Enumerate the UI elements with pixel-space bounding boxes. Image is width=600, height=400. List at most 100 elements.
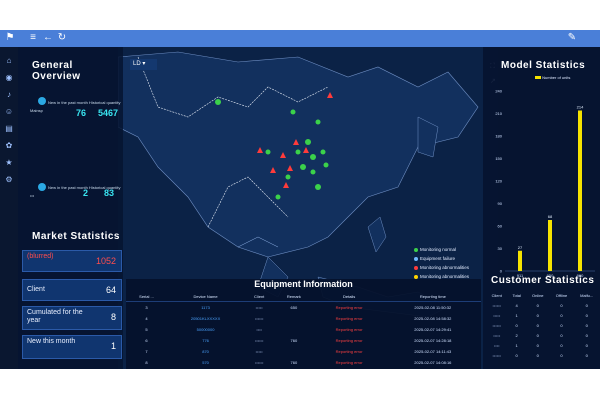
cell-total: 2	[515, 332, 518, 338]
cell-device[interactable]: 1173	[167, 302, 244, 314]
cell-online: 0	[536, 332, 539, 338]
cell-remark	[274, 313, 313, 324]
cell-remark: 650	[290, 305, 298, 310]
bar[interactable]	[548, 220, 552, 271]
cell-client: ••••	[256, 327, 262, 332]
column-header[interactable]: Online	[526, 290, 550, 300]
column-header[interactable]: Client	[244, 291, 275, 302]
cell-serial: 8	[145, 360, 148, 365]
equipment-information-panel: Equipment Information Serial ... Device …	[126, 279, 481, 369]
column-header[interactable]: Client	[486, 290, 507, 300]
cell-details[interactable]: Reporting error	[314, 357, 385, 368]
table-row[interactable]: 4 20501KLXXXXX •••••• Reporting error 20…	[126, 313, 481, 324]
legend-swatch-icon	[535, 76, 541, 80]
column-header[interactable]: Serial ...	[126, 291, 167, 302]
table-row[interactable]: 8 570 •••••• 760 Reporting error 2025-02…	[126, 357, 481, 368]
users-icon[interactable]: ☺	[3, 106, 15, 118]
legend-item: Monitoring normal	[414, 247, 456, 252]
table-row[interactable]: 3 1173 ••••• 650 Reporting error 2025-02…	[126, 302, 481, 314]
cell-offline: 0	[560, 312, 563, 318]
cell-online: 0	[536, 352, 539, 358]
flag-icon[interactable]: ⚑	[4, 32, 16, 44]
cell-serial: 6	[145, 338, 148, 343]
overview-block-2-historical: 83	[104, 188, 115, 198]
cell-remark: 760	[290, 360, 298, 365]
cell-client: ••••••	[492, 352, 501, 358]
table-row[interactable]: •••• 1 0 0 0	[486, 340, 600, 350]
cell-offline: 0	[560, 302, 563, 308]
column-header[interactable]: Details	[313, 291, 385, 302]
settings-icon[interactable]: ✿	[3, 140, 15, 152]
market-card-1: (blurred) 1052	[22, 250, 122, 272]
cell-serial: 5	[145, 327, 148, 332]
cell-client: ••••••	[492, 322, 501, 328]
back-arrow-icon[interactable]: ←	[42, 32, 54, 44]
cell-total: 1	[515, 342, 518, 348]
chart-icon[interactable]: ▤	[3, 123, 15, 135]
cell-details[interactable]: Reporting error	[314, 335, 385, 346]
cell-device[interactable]: 870	[167, 346, 244, 357]
y-tick-label: 90	[498, 201, 503, 206]
cell-total: 4	[515, 302, 518, 308]
cell-device[interactable]: 570	[167, 357, 244, 368]
legend-label: Equipment failure	[420, 256, 456, 261]
legend-label: Monitoring abnormalities	[420, 265, 470, 270]
cell-time: 2025-02-07 14:29:41	[414, 327, 452, 332]
table-row[interactable]: •••••• 0 0 0 0	[486, 350, 600, 360]
gear-icon[interactable]: ⚙	[3, 174, 15, 186]
overview-block-1-historical: 5467	[98, 108, 119, 118]
bell-icon[interactable]: ♪	[3, 89, 15, 101]
home-icon[interactable]: ⌂	[3, 55, 15, 67]
table-row[interactable]: •••••• 4 0 0 0	[486, 300, 600, 310]
cell-serial: 3	[145, 305, 148, 310]
cell-serial: 7	[145, 349, 148, 354]
cell-time: 2025-02-07 14:11:43	[414, 349, 452, 354]
cell-details[interactable]: Reporting error	[314, 324, 385, 335]
table-row[interactable]: 7 870 ••••• Reporting error 2025-02-07 1…	[126, 346, 481, 357]
menu-icon[interactable]: ≡	[27, 32, 39, 44]
column-header[interactable]: Remark	[274, 291, 314, 302]
table-row[interactable]: ••••• 1 0 0 0	[486, 310, 600, 320]
bar[interactable]	[518, 250, 522, 271]
cell-total: 1	[515, 312, 518, 318]
market-card-4: New this month 1	[22, 335, 122, 359]
cell-malfunction: 0	[585, 302, 588, 308]
cell-malfunction: 0	[585, 332, 588, 338]
cell-device[interactable]: 20501KLXXXXX	[167, 313, 244, 324]
column-header[interactable]: Device Name	[167, 291, 245, 302]
y-tick-label: 0	[500, 269, 503, 274]
column-header[interactable]: Malfu...	[573, 290, 600, 300]
refresh-icon[interactable]: ↻	[56, 32, 68, 44]
cell-device[interactable]: 50000000	[167, 324, 244, 335]
column-header[interactable]: Offline	[550, 290, 574, 300]
location-icon[interactable]: ◉	[3, 72, 15, 84]
legend-dot-icon	[414, 256, 418, 261]
market-card-4-value: 1	[110, 341, 116, 351]
cell-remark	[274, 346, 313, 357]
cell-details[interactable]: Reporting error	[314, 313, 385, 324]
cell-client: ••••••	[492, 302, 501, 308]
cell-total: 0	[515, 352, 518, 358]
equipment-information-title: Equipment Information	[254, 279, 353, 289]
table-row[interactable]: 5 50000000 •••• Reporting error 2025-02-…	[126, 324, 481, 335]
cell-details[interactable]: Reporting error	[314, 346, 385, 357]
bar-value-label: 68	[548, 214, 553, 219]
column-header[interactable]: Reporting time	[384, 291, 481, 302]
table-row[interactable]: •••••• 0 0 0 0	[486, 320, 600, 330]
cell-online: 0	[536, 302, 539, 308]
bar[interactable]	[578, 110, 582, 272]
cell-malfunction: 0	[585, 342, 588, 348]
edit-icon[interactable]: ✎	[566, 32, 578, 44]
cell-client: ••••••	[254, 338, 264, 343]
cell-time: 2025-02-07 14:28:18	[414, 338, 452, 343]
y-tick-label: 210	[495, 111, 502, 116]
cell-device[interactable]: 776	[167, 335, 244, 346]
cell-remark	[274, 324, 313, 335]
star-icon[interactable]: ★	[3, 157, 15, 169]
cell-details[interactable]: Reporting error	[314, 302, 385, 314]
table-row[interactable]: 6 776 •••••• 760 Reporting error 2025-02…	[126, 335, 481, 346]
column-header[interactable]: Total	[507, 290, 525, 300]
table-row[interactable]: ••••• 2 0 0 0	[486, 330, 600, 340]
region-dropdown[interactable]: LD ▾	[130, 59, 157, 70]
chart-legend-label: Number of units	[542, 75, 571, 80]
